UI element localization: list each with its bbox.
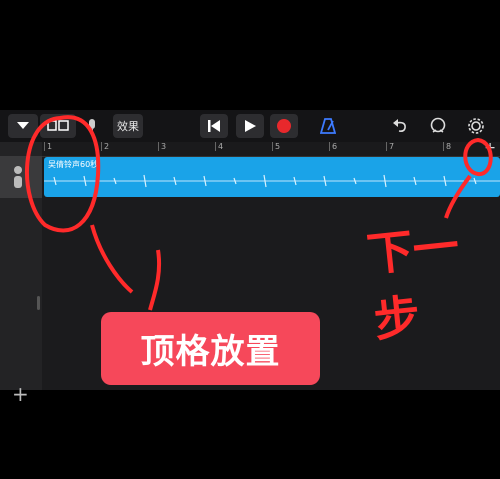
- view-toggle-button[interactable]: [40, 114, 76, 138]
- track-header[interactable]: [0, 156, 42, 198]
- waveform: [44, 174, 500, 188]
- handwritten-annotation: 下一步: [364, 218, 462, 348]
- add-section-button[interactable]: +: [484, 140, 496, 156]
- ruler-tick: 8: [443, 142, 451, 151]
- resize-handle[interactable]: [37, 296, 40, 310]
- record-icon: [277, 119, 291, 133]
- loop-icon: [430, 117, 446, 133]
- audio-region[interactable]: 吴倩铃声60秒: [44, 157, 500, 197]
- settings-icon: [468, 118, 484, 134]
- timeline-ruler[interactable]: 1 2 3 4 5 6 7 8 +: [42, 140, 500, 157]
- chevron-down-icon: [17, 122, 29, 129]
- rewind-icon: [208, 120, 220, 132]
- instrument-icon: [14, 166, 22, 188]
- loop-button[interactable]: [426, 114, 450, 138]
- region-label: 吴倩铃声60秒: [48, 160, 99, 169]
- ruler-tick: 3: [158, 142, 166, 151]
- ruler-tick: 4: [215, 142, 223, 151]
- settings-button[interactable]: [464, 114, 488, 138]
- rewind-button[interactable]: [200, 114, 228, 138]
- menu-dropdown-button[interactable]: [8, 114, 38, 138]
- ruler-tick: 1: [44, 142, 52, 151]
- mic-icon: [89, 119, 95, 133]
- add-track-button[interactable]: +: [12, 382, 29, 406]
- record-button[interactable]: [270, 114, 298, 138]
- play-button[interactable]: [236, 114, 264, 138]
- toolbar: 效果: [0, 110, 500, 142]
- undo-button[interactable]: [388, 114, 412, 138]
- ruler-tick: 7: [386, 142, 394, 151]
- ruler-tick: 6: [329, 142, 337, 151]
- ruler-tick: 5: [272, 142, 280, 151]
- undo-icon: [393, 119, 406, 132]
- metronome-icon: [320, 118, 336, 134]
- annotation-caption: 顶格放置: [101, 312, 320, 385]
- metronome-button[interactable]: [316, 114, 340, 138]
- ruler-tick: 2: [101, 142, 109, 151]
- view-toggle-icon: [47, 120, 69, 131]
- track-sidebar: +: [0, 142, 42, 406]
- effects-button[interactable]: 效果: [113, 114, 143, 138]
- mic-button[interactable]: [80, 114, 104, 138]
- play-icon: [245, 120, 256, 132]
